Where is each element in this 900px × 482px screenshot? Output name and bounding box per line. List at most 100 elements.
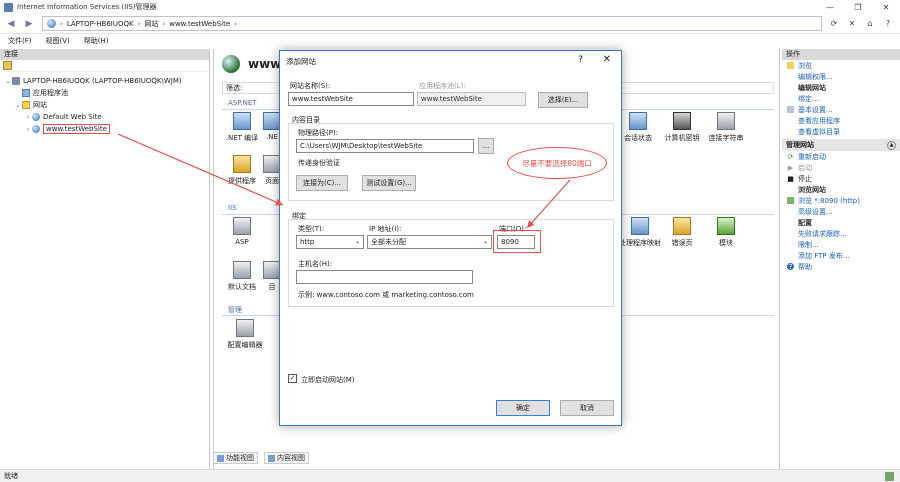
browse-icon bbox=[787, 197, 794, 204]
ip-address-label: IP 地址(I): bbox=[369, 225, 402, 233]
start-immediately-checkbox[interactable]: ✓ bbox=[288, 374, 297, 383]
feature-machine-key[interactable]: 计算机密钥 bbox=[662, 112, 702, 143]
feature-asp[interactable]: ASP bbox=[222, 217, 262, 246]
feature-session-state[interactable]: 会话状态 bbox=[618, 112, 658, 143]
tree-item-label: www.testWebSite bbox=[43, 124, 110, 134]
tree-item-testwebsite[interactable]: › www.testWebSite bbox=[0, 123, 209, 135]
section-manage: 管理 bbox=[228, 306, 242, 314]
breadcrumb[interactable]: › LAPTOP-HB6IUOQK › 网站 › www.testWebSite… bbox=[42, 16, 822, 31]
connections-tree: ⌄ LAPTOP-HB6IUOQK (LAPTOP-HB6IUOQK\WJM) … bbox=[0, 72, 209, 135]
feature-default-document[interactable]: 默认文档 bbox=[222, 261, 262, 292]
chevron-right-icon[interactable]: › bbox=[24, 126, 32, 133]
help-icon: ? bbox=[787, 262, 794, 271]
select-app-pool-button[interactable]: 选择(E)... bbox=[538, 92, 588, 108]
type-select[interactable]: http ⌄ bbox=[296, 235, 364, 249]
breadcrumb-server[interactable]: LAPTOP-HB6IUOQK bbox=[67, 20, 134, 28]
tree-item-sites[interactable]: ⌄ 网站 bbox=[0, 99, 209, 111]
action-group-title: 浏览网站 bbox=[798, 185, 826, 194]
refresh-icon[interactable]: ⟳ bbox=[828, 17, 840, 29]
window-titlebar: Internet Information Services (IIS)管理器 —… bbox=[0, 0, 900, 14]
action-group-browse-site: 浏览网站 bbox=[782, 184, 900, 195]
folder-icon bbox=[22, 101, 30, 109]
action-label: 基本设置... bbox=[798, 105, 833, 114]
minimize-button[interactable]: — bbox=[816, 0, 844, 14]
dialog-help-button[interactable]: ? bbox=[578, 55, 583, 65]
menu-help[interactable]: 帮助(H) bbox=[84, 36, 109, 46]
tree-item-server[interactable]: ⌄ LAPTOP-HB6IUOQK (LAPTOP-HB6IUOQK\WJM) bbox=[0, 75, 209, 87]
action-add-ftp[interactable]: 添加 FTP 发布... bbox=[782, 250, 900, 261]
action-explore[interactable]: 浏览 bbox=[782, 60, 900, 71]
connect-as-button[interactable]: 连接为(C)... bbox=[296, 175, 348, 191]
action-stop[interactable]: ■ 停止 bbox=[782, 173, 900, 184]
maximize-button[interactable]: ❐ bbox=[844, 0, 872, 14]
stop-icon[interactable]: ✕ bbox=[846, 17, 858, 29]
browse-path-button[interactable]: ... bbox=[478, 138, 494, 154]
tree-item-default-web-site[interactable]: › Default Web Site bbox=[0, 111, 209, 123]
action-group-edit-site: 编辑网站 bbox=[782, 82, 900, 93]
feature-label: 处理程序映射 bbox=[619, 239, 661, 247]
app-pool-icon bbox=[22, 89, 30, 97]
action-limits[interactable]: 限制... bbox=[782, 239, 900, 250]
action-advanced-settings[interactable]: 高级设置... bbox=[782, 206, 900, 217]
physical-path-input[interactable]: C:\Users\WJM\Desktop\testWebSite bbox=[296, 139, 474, 153]
action-view-virtual-dirs[interactable]: 查看虚拟目录 bbox=[782, 126, 900, 137]
connections-header: 连接 bbox=[0, 49, 209, 60]
action-basic-settings[interactable]: 基本设置... bbox=[782, 104, 900, 115]
feature-connection-strings[interactable]: 连接字符串 bbox=[706, 112, 746, 143]
spacer-icon bbox=[787, 241, 794, 248]
menu-file[interactable]: 文件(F) bbox=[8, 36, 32, 46]
modules-icon bbox=[717, 217, 735, 235]
hostname-input[interactable] bbox=[296, 270, 473, 284]
ok-button[interactable]: 确定 bbox=[496, 400, 550, 416]
action-bindings[interactable]: 绑定... bbox=[782, 93, 900, 104]
feature-label: 配置编辑器 bbox=[227, 341, 263, 349]
tab-label: 功能视图 bbox=[226, 454, 254, 462]
actions-section-manage-site[interactable]: 管理网站 ▲ bbox=[782, 139, 900, 151]
feature-error-pages[interactable]: 错误页 bbox=[662, 217, 702, 248]
new-connection-icon[interactable] bbox=[3, 61, 12, 70]
test-settings-button[interactable]: 测试设置(G)... bbox=[362, 175, 416, 191]
breadcrumb-site[interactable]: www.testWebSite bbox=[169, 20, 230, 28]
action-restart[interactable]: ⟳ 重新启动 bbox=[782, 151, 900, 162]
ip-address-select[interactable]: 全部未分配 ⌄ bbox=[367, 235, 492, 249]
action-edit-permissions[interactable]: 编辑权限... bbox=[782, 71, 900, 82]
feature-label: 计算机密钥 bbox=[664, 134, 700, 142]
action-browse-8090[interactable]: 浏览 *:8090 (http) bbox=[782, 195, 900, 206]
site-globe-icon bbox=[222, 55, 240, 73]
action-failed-request-tracing[interactable]: 失败请求跟踪... bbox=[782, 228, 900, 239]
action-view-applications[interactable]: 查看应用程序 bbox=[782, 115, 900, 126]
breadcrumb-sites[interactable]: 网站 bbox=[144, 19, 158, 29]
feature-modules[interactable]: 模块 bbox=[706, 217, 746, 248]
help-icon[interactable]: ? bbox=[882, 17, 894, 29]
chevron-down-icon[interactable]: ⌄ bbox=[14, 102, 22, 109]
menu-view[interactable]: 视图(V) bbox=[46, 36, 70, 46]
chevron-up-icon[interactable]: ▲ bbox=[887, 140, 896, 150]
feature-providers[interactable]: 提供程序 bbox=[222, 155, 262, 186]
tree-item-app-pools[interactable]: 应用程序池 bbox=[0, 87, 209, 99]
connections-pane: 连接 ⌄ LAPTOP-HB6IUOQK (LAPTOP-HB6IUOQK\WJ… bbox=[0, 49, 210, 469]
feature-label: .NET 编译 bbox=[225, 134, 259, 142]
site-name-input[interactable]: www.testWebSite bbox=[288, 92, 414, 106]
dialog-close-button[interactable]: ✕ bbox=[603, 54, 611, 65]
chevron-down-icon[interactable]: ⌄ bbox=[4, 78, 12, 85]
chevron-right-icon[interactable]: › bbox=[24, 114, 32, 121]
action-help[interactable]: ? 帮助 bbox=[782, 261, 900, 272]
spacer-icon bbox=[787, 117, 794, 124]
back-arrow-icon[interactable]: ◀ bbox=[4, 17, 18, 31]
feature-label: 连接字符串 bbox=[708, 134, 744, 142]
close-button[interactable]: ✕ bbox=[872, 0, 900, 14]
session-state-icon bbox=[629, 112, 647, 130]
forward-arrow-icon[interactable]: ▶ bbox=[22, 17, 36, 31]
feature-config-editor[interactable]: 配置编辑器 bbox=[222, 319, 268, 350]
tab-content-view[interactable]: 内容视图 bbox=[264, 452, 309, 464]
tab-features-view[interactable]: 功能视图 bbox=[213, 452, 258, 464]
section-aspnet: ASP.NET bbox=[228, 99, 257, 107]
home-icon[interactable]: ⌂ bbox=[864, 17, 876, 29]
settings-icon bbox=[787, 106, 794, 113]
feature-label: .NE bbox=[266, 133, 278, 141]
cancel-button[interactable]: 取消 bbox=[560, 400, 614, 416]
feature-handler-mappings[interactable]: 处理程序映射 bbox=[618, 217, 662, 248]
feature-dotnet-compile[interactable]: .NET 编译 bbox=[222, 112, 262, 143]
type-select-value: http bbox=[300, 238, 315, 246]
spacer-icon bbox=[787, 73, 794, 80]
